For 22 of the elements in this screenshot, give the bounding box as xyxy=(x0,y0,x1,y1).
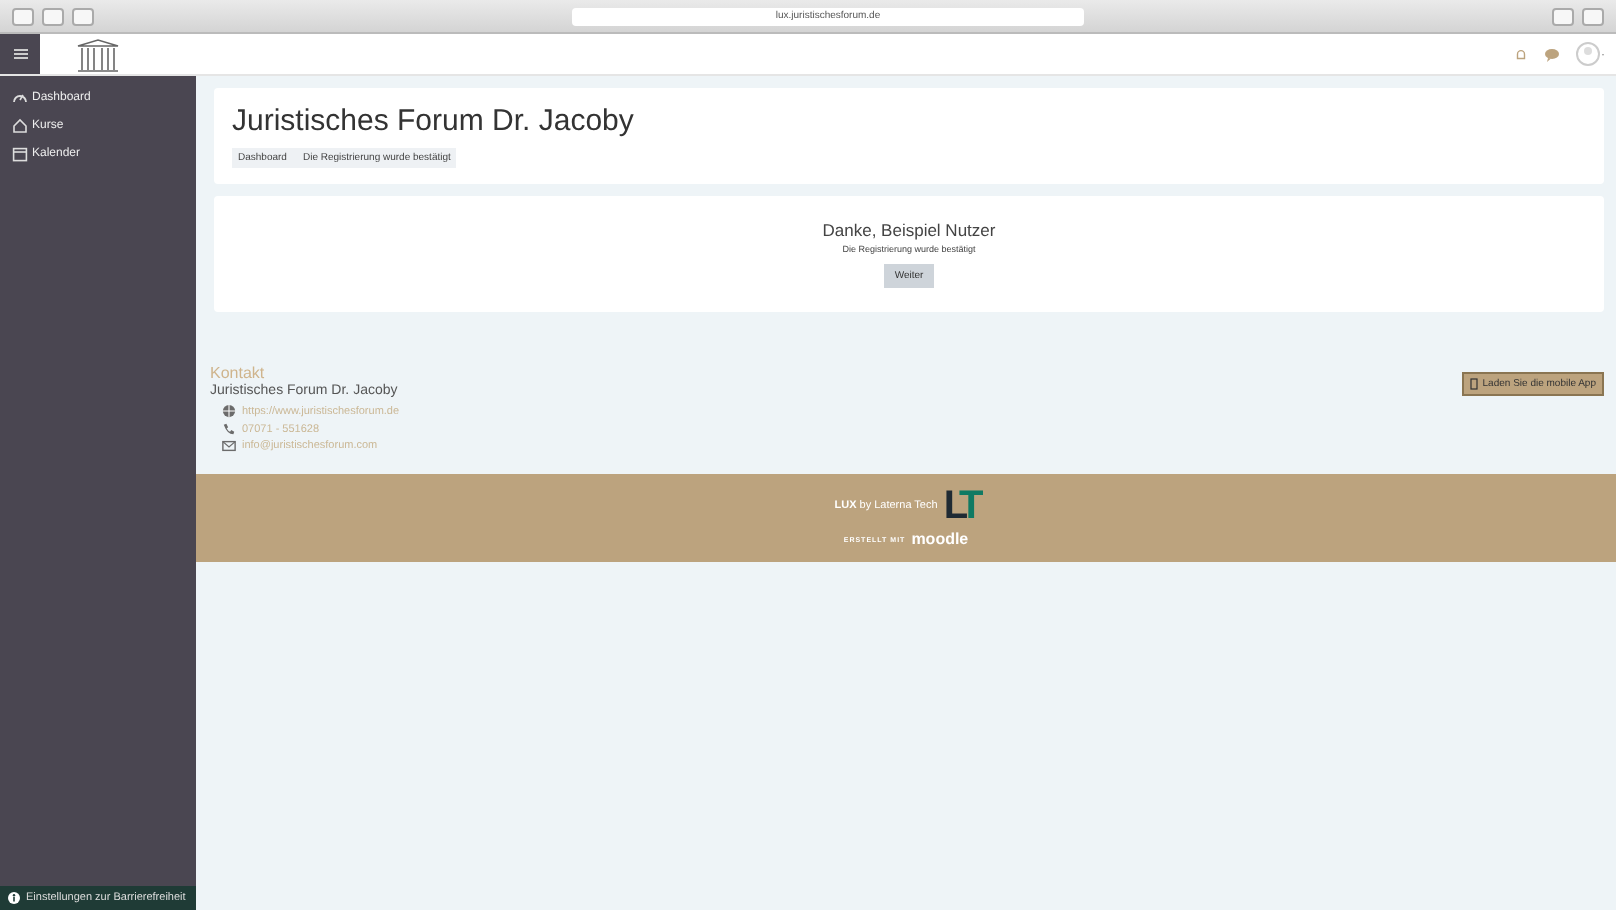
contact-heading: Kontakt xyxy=(210,364,267,382)
back-button[interactable] xyxy=(12,7,34,25)
phone-icon xyxy=(1470,378,1479,390)
page-title: Juristisches Forum Dr. Jacoby xyxy=(232,104,634,138)
columns-logo-icon[interactable] xyxy=(76,37,120,71)
accessibility-icon xyxy=(8,892,20,904)
chat-icon[interactable] xyxy=(1544,47,1560,61)
tabs-button[interactable] xyxy=(1582,7,1604,25)
globe-icon xyxy=(222,404,236,418)
mail-icon xyxy=(222,440,236,452)
confirmation-heading: Danke, Beispiel Nutzer xyxy=(822,220,996,240)
forward-button[interactable] xyxy=(42,7,64,25)
gauge-icon xyxy=(12,90,28,106)
home-icon xyxy=(12,118,28,134)
menu-icon xyxy=(13,48,27,60)
share-button[interactable] xyxy=(1552,7,1574,25)
brand-logo: LT xyxy=(943,488,978,524)
phone-icon xyxy=(222,422,236,436)
avatar-icon[interactable] xyxy=(1576,42,1604,66)
sidebar-toggle-icon[interactable] xyxy=(72,7,94,25)
menu-button[interactable] xyxy=(0,34,40,74)
calendar-icon xyxy=(12,146,28,162)
